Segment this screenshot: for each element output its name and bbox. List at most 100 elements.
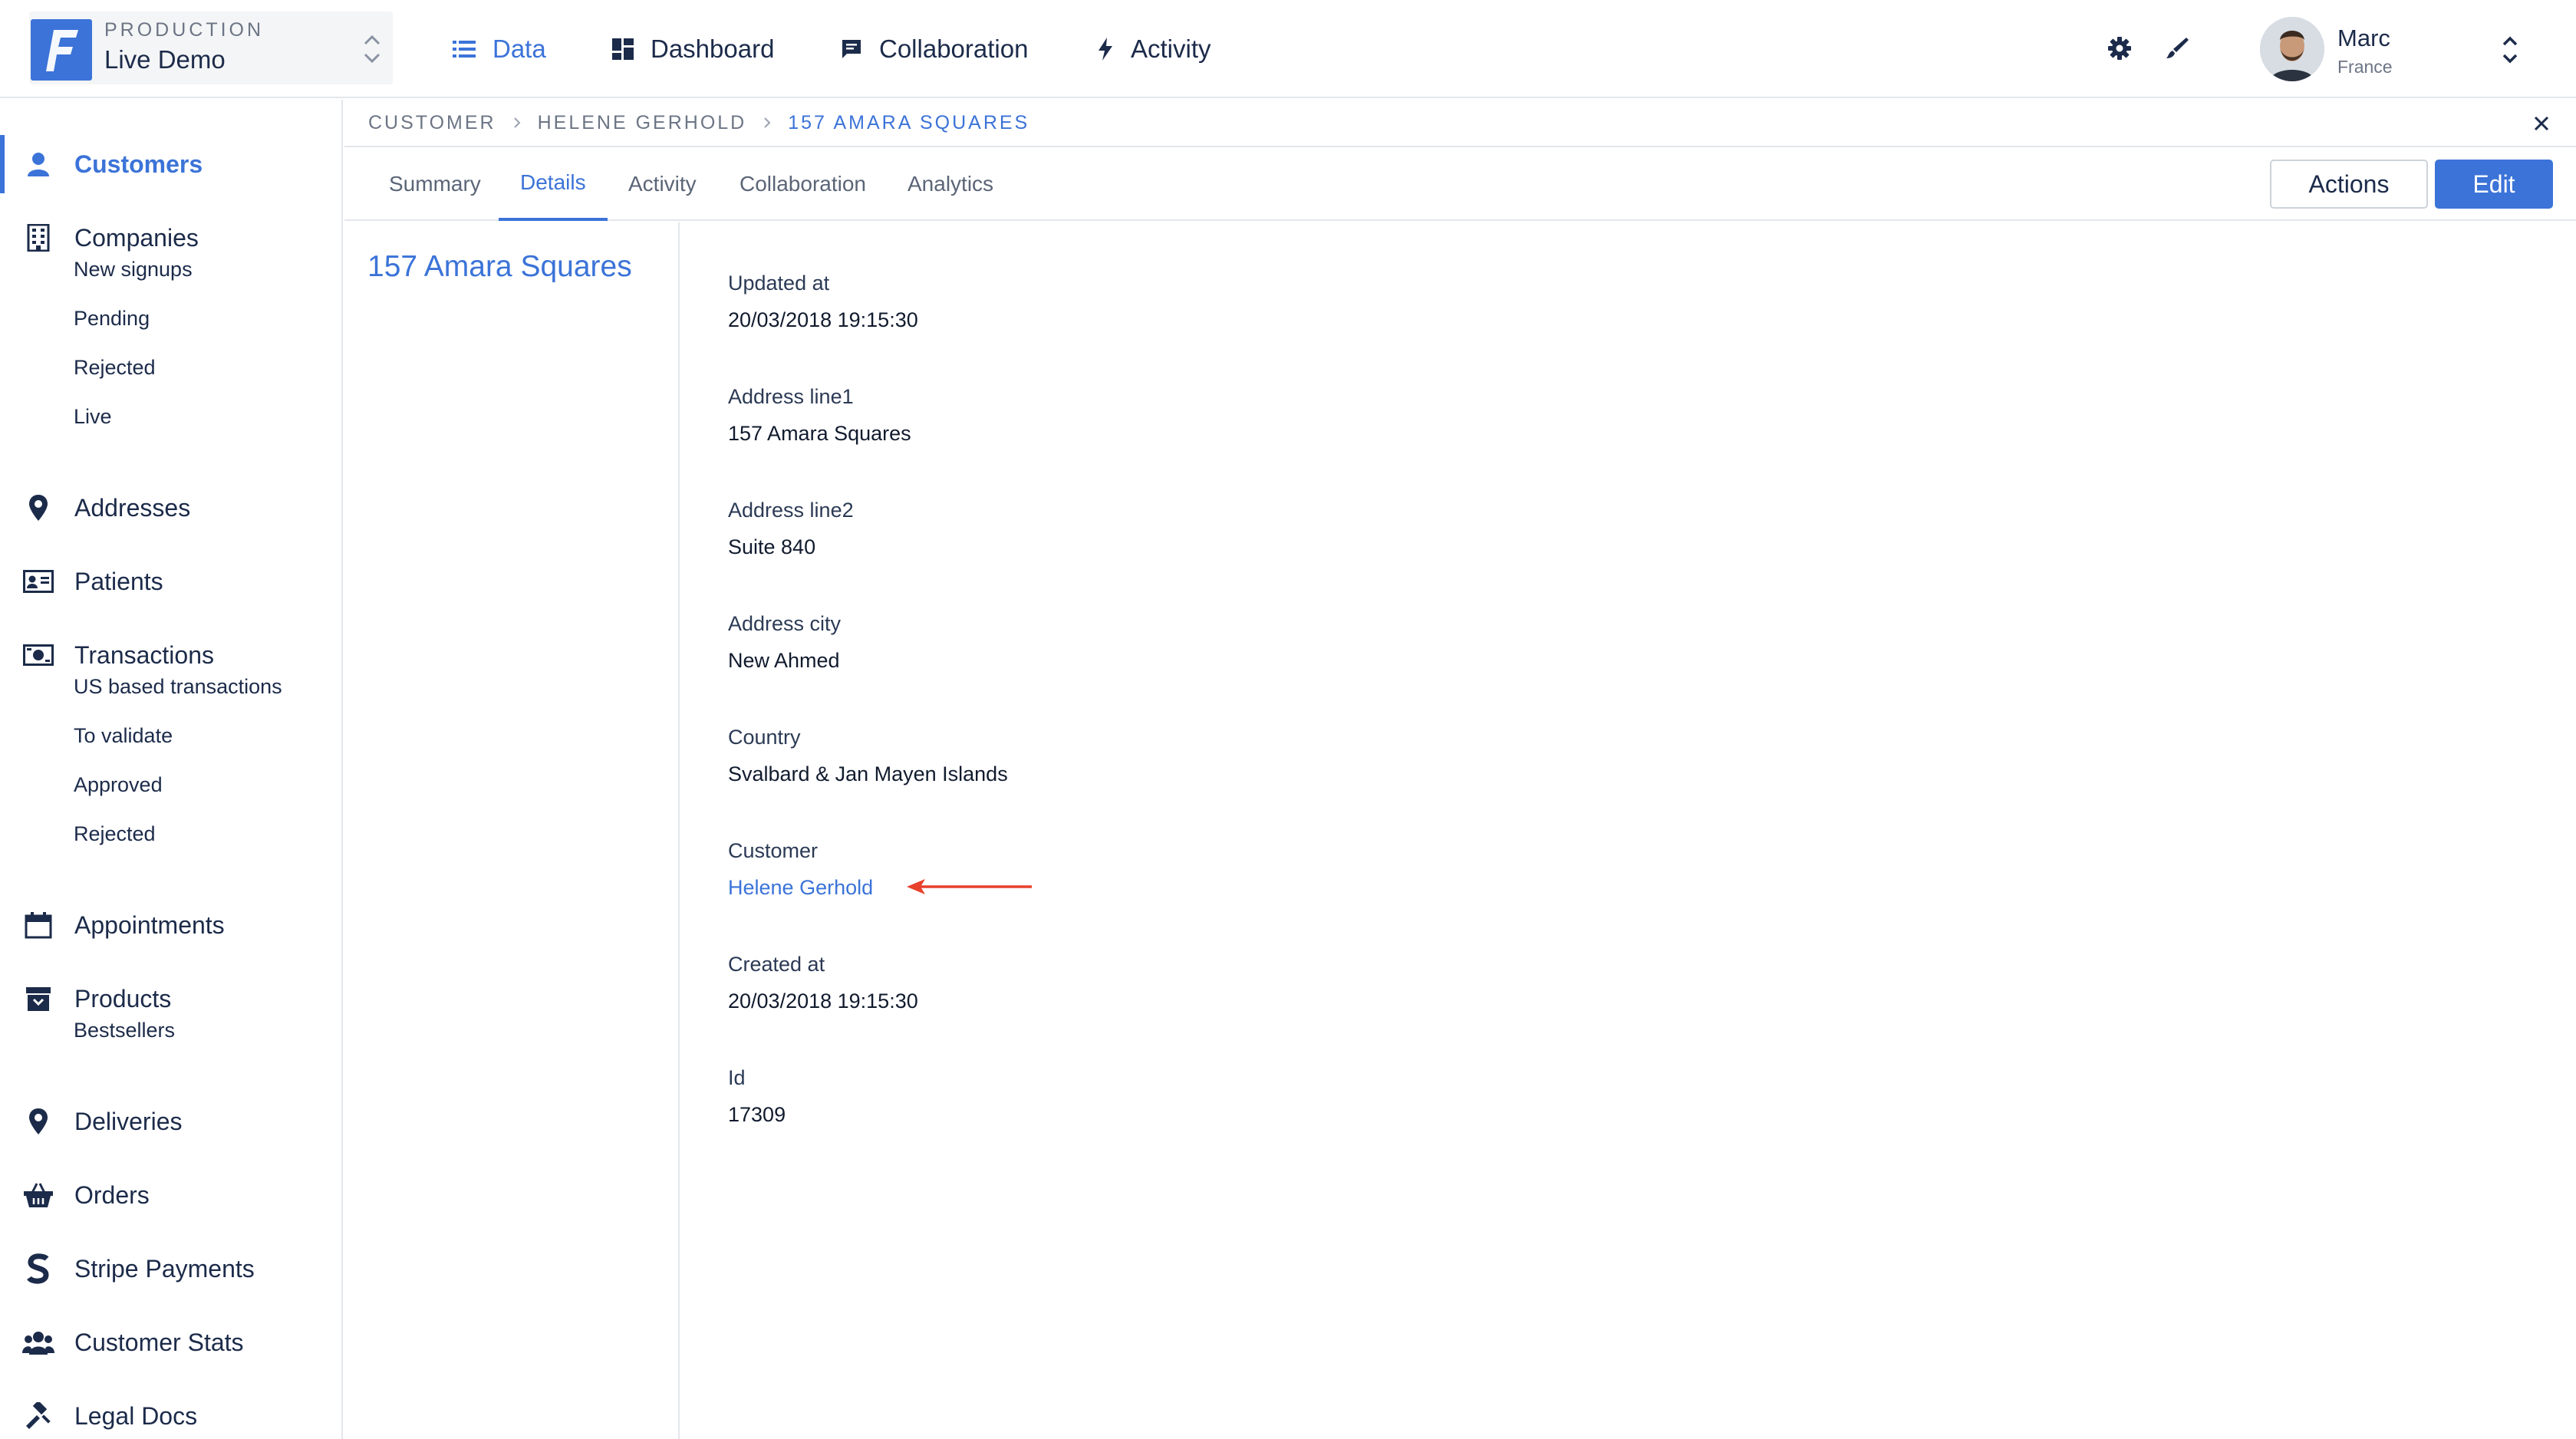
annotation-arrow-icon bbox=[907, 879, 1032, 894]
sidebar-item-legal-docs[interactable]: Legal Docs bbox=[0, 1387, 341, 1439]
environment-name: Live Demo bbox=[104, 45, 226, 74]
breadcrumb-current-record: 157 AMARA SQUARES bbox=[788, 111, 1030, 133]
environment-label: PRODUCTION bbox=[104, 19, 265, 41]
close-icon[interactable] bbox=[2530, 112, 2553, 135]
sidebar-item-label: Companies bbox=[74, 223, 199, 252]
sidebar-subitem-pending[interactable]: Pending bbox=[74, 307, 150, 331]
sidebar-subitem-us-based-transactions[interactable]: US based transactions bbox=[74, 675, 282, 699]
sidebar-subitem-approved[interactable]: Approved bbox=[74, 773, 163, 797]
breadcrumb-helene-gerhold[interactable]: HELENE GERHOLD bbox=[538, 112, 747, 134]
nav-data-label: Data bbox=[492, 35, 546, 63]
stripe-icon bbox=[21, 1252, 55, 1286]
dashboard-icon bbox=[612, 38, 634, 60]
field-value-address-line1: 157 Amara Squares bbox=[728, 422, 911, 445]
sidebar-item-stripe-payments[interactable]: Stripe Payments bbox=[0, 1240, 341, 1298]
nav-dashboard[interactable]: Dashboard bbox=[612, 32, 774, 66]
sidebar-item-addresses[interactable]: Addresses bbox=[0, 479, 341, 537]
basket-icon bbox=[21, 1178, 55, 1212]
map-pin-icon bbox=[21, 491, 55, 525]
chevron-right-icon bbox=[764, 117, 771, 128]
chat-icon bbox=[842, 40, 861, 58]
sidebar-subitem-new-signups[interactable]: New signups bbox=[74, 258, 193, 282]
tab-activity[interactable]: Activity bbox=[628, 147, 697, 221]
user-country: France bbox=[2337, 57, 2393, 77]
gavel-icon bbox=[21, 1399, 55, 1433]
sidebar-item-label: Addresses bbox=[74, 493, 191, 522]
tab-details[interactable]: Details bbox=[499, 147, 608, 221]
nav-data[interactable]: Data bbox=[453, 32, 546, 66]
breadcrumb: CUSTOMER HELENE GERHOLD 157 AMARA SQUARE… bbox=[344, 100, 2576, 147]
field-label-address-city: Address city bbox=[728, 612, 842, 635]
brush-icon[interactable] bbox=[2163, 35, 2191, 62]
field-label-address-line1: Address line1 bbox=[728, 385, 854, 408]
list-icon bbox=[453, 41, 476, 58]
record-tabs: Summary Details Activity Collaboration A… bbox=[344, 147, 2576, 221]
field-value-address-city: New Ahmed bbox=[728, 649, 840, 672]
sidebar-subitem-rejected[interactable]: Rejected bbox=[74, 356, 156, 380]
tab-analytics[interactable]: Analytics bbox=[908, 147, 993, 221]
nav-dashboard-label: Dashboard bbox=[651, 35, 775, 63]
bolt-icon bbox=[1099, 38, 1112, 61]
user-icon bbox=[21, 147, 55, 181]
nav-activity-label: Activity bbox=[1131, 35, 1211, 63]
sidebar-item-label: Customers bbox=[74, 150, 203, 178]
chevron-right-icon bbox=[513, 117, 521, 128]
sidebar-item-deliveries[interactable]: Deliveries bbox=[0, 1092, 341, 1151]
sidebar-item-label: Appointments bbox=[74, 910, 225, 939]
nav-collaboration-label: Collaboration bbox=[879, 35, 1029, 63]
banknote-icon bbox=[21, 638, 55, 672]
calendar-icon bbox=[21, 908, 55, 942]
id-card-icon bbox=[21, 565, 55, 598]
archive-icon bbox=[21, 982, 55, 1016]
sidebar-item-patients[interactable]: Patients bbox=[0, 552, 341, 611]
sidebar-item-appointments[interactable]: Appointments bbox=[0, 896, 341, 954]
sidebar-item-orders[interactable]: Orders bbox=[0, 1166, 341, 1224]
field-label-id: Id bbox=[728, 1066, 746, 1089]
field-value-country: Svalbard & Jan Mayen Islands bbox=[728, 762, 1008, 785]
field-label-created-at: Created at bbox=[728, 953, 825, 976]
actions-button[interactable]: Actions bbox=[2270, 160, 2428, 209]
tab-collaboration[interactable]: Collaboration bbox=[740, 147, 866, 221]
building-icon bbox=[21, 221, 55, 255]
user-name: Marc bbox=[2337, 25, 2390, 51]
tab-summary[interactable]: Summary bbox=[389, 147, 481, 221]
field-label-updated-at: Updated at bbox=[728, 272, 830, 295]
map-pin-icon bbox=[21, 1105, 55, 1138]
sidebar-item-label: Orders bbox=[74, 1181, 150, 1209]
field-value-address-line2: Suite 840 bbox=[728, 535, 816, 558]
sidebar-item-label: Products bbox=[74, 984, 172, 1013]
sidebar-item-label: Legal Docs bbox=[74, 1401, 198, 1430]
sidebar-item-customer-stats[interactable]: Customer Stats bbox=[0, 1313, 341, 1371]
sidebar-subitem-bestsellers[interactable]: Bestsellers bbox=[74, 1019, 175, 1042]
sidebar-item-label: Transactions bbox=[74, 640, 214, 669]
environment-switcher[interactable]: PRODUCTION Live Demo bbox=[29, 12, 393, 84]
field-value-id: 17309 bbox=[728, 1103, 786, 1126]
sidebar-item-label: Patients bbox=[74, 567, 163, 595]
app-window: PRODUCTION Live Demo Data Dashboard Coll… bbox=[0, 0, 2576, 1439]
sidebar-subitem-rejected[interactable]: Rejected bbox=[74, 822, 156, 846]
top-bar: PRODUCTION Live Demo Data Dashboard Coll… bbox=[0, 0, 2576, 98]
forest-logo-icon bbox=[31, 19, 92, 81]
sidebar-subitem-to-validate[interactable]: To validate bbox=[74, 724, 173, 748]
record-summary-pane: 157 Amara Squares bbox=[344, 222, 680, 1439]
sidebar-item-label: Customer Stats bbox=[74, 1328, 244, 1356]
chevron-updown-icon bbox=[364, 35, 380, 64]
field-value-customer-link[interactable]: Helene Gerhold bbox=[728, 876, 873, 900]
field-value-updated-at: 20/03/2018 19:15:30 bbox=[728, 308, 918, 331]
sidebar-item-customers[interactable]: Customers bbox=[0, 135, 341, 193]
users-icon bbox=[21, 1325, 55, 1359]
sidebar: Customers Companies New signups Pending … bbox=[0, 100, 343, 1439]
field-value-created-at: 20/03/2018 19:15:30 bbox=[728, 990, 918, 1013]
sidebar-subitem-live[interactable]: Live bbox=[74, 405, 112, 429]
field-label-customer: Customer bbox=[728, 839, 819, 862]
field-label-address-line2: Address line2 bbox=[728, 499, 854, 522]
record-title: 157 Amara Squares bbox=[367, 250, 632, 283]
nav-activity[interactable]: Activity bbox=[1097, 32, 1211, 66]
chevron-updown-icon[interactable] bbox=[2499, 32, 2522, 68]
nav-collaboration[interactable]: Collaboration bbox=[841, 32, 1028, 66]
edit-button[interactable]: Edit bbox=[2435, 160, 2553, 209]
avatar[interactable] bbox=[2260, 17, 2324, 81]
gear-icon[interactable] bbox=[2106, 35, 2133, 62]
sidebar-item-label: Deliveries bbox=[74, 1107, 183, 1135]
breadcrumb-customer[interactable]: CUSTOMER bbox=[368, 112, 496, 134]
